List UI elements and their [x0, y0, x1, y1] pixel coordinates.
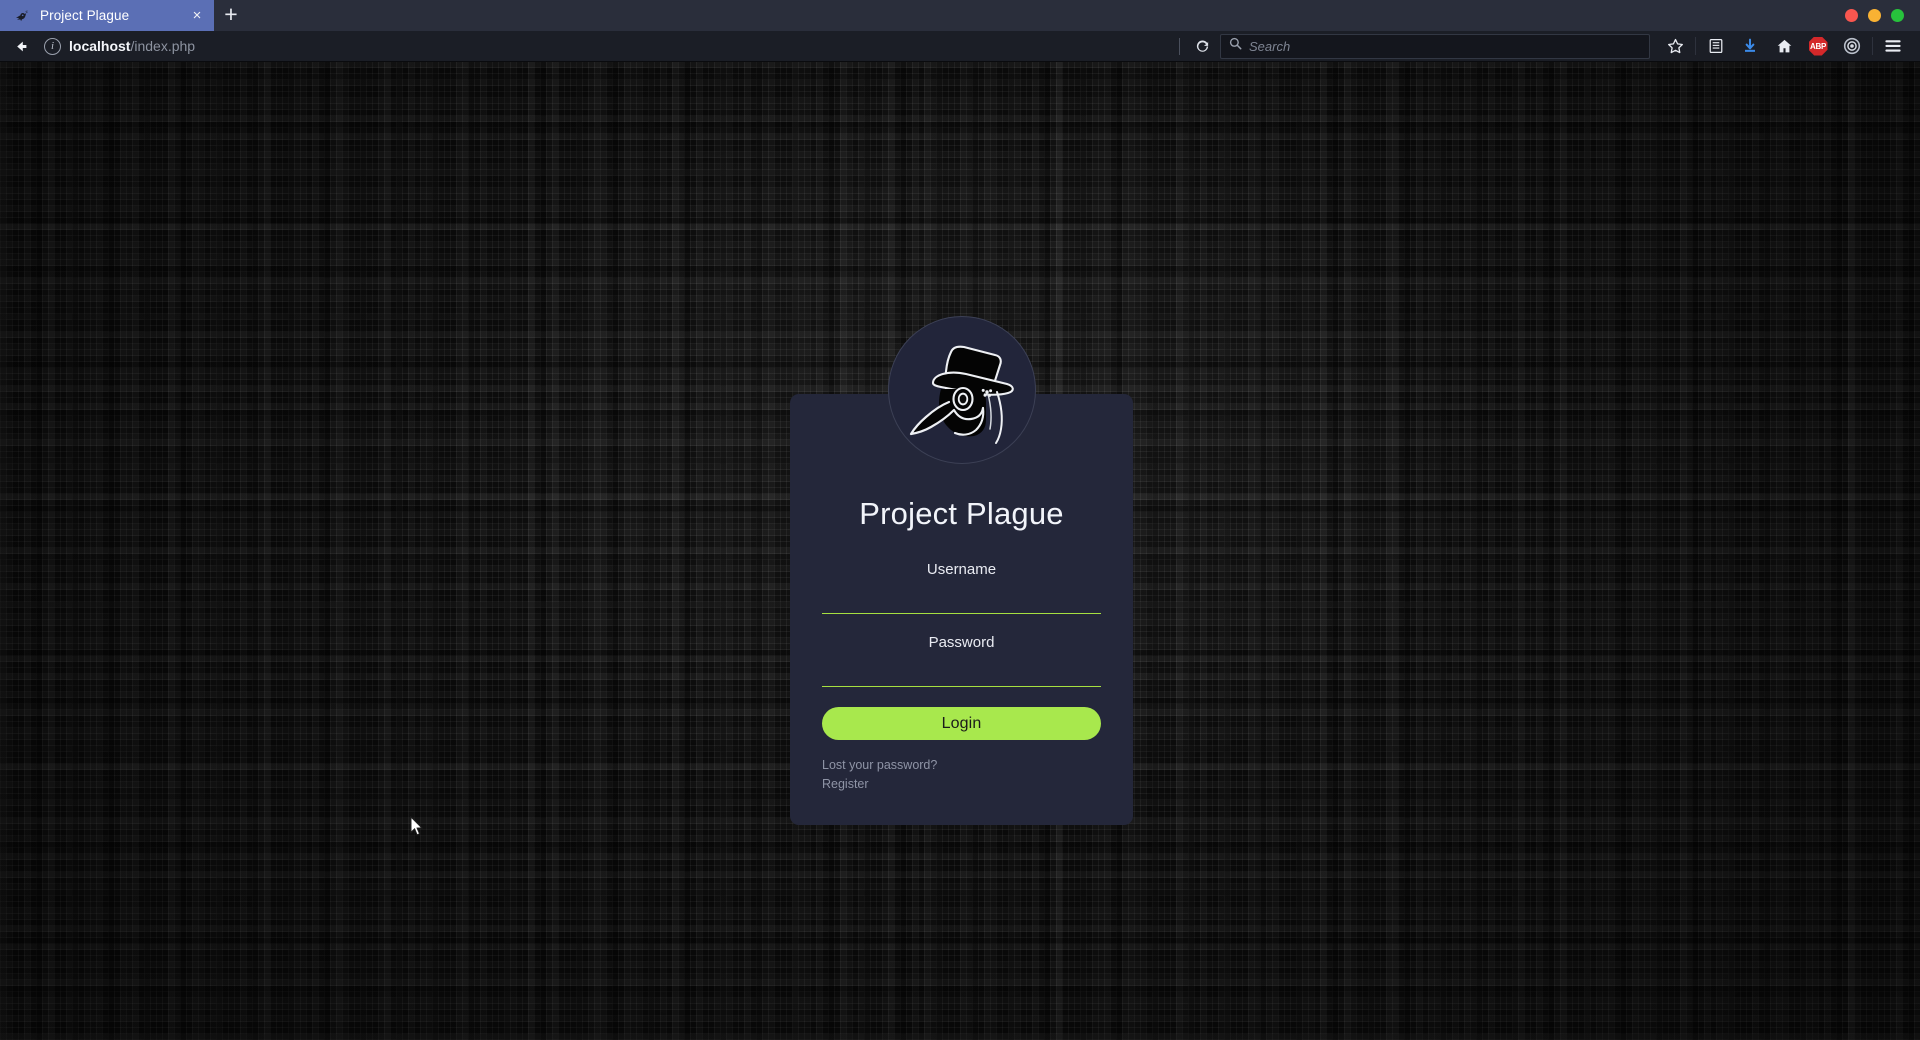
tab-strip: Project Plague × + — [0, 0, 1920, 31]
search-input[interactable]: Search — [1220, 33, 1650, 59]
menu-icon[interactable] — [1876, 33, 1910, 60]
url-bar[interactable]: i localhost/index.php — [36, 34, 1171, 59]
new-tab-button[interactable]: + — [214, 0, 248, 31]
browser-window: Project Plague × + i localhost/index.php — [0, 0, 1920, 1040]
library-icon[interactable] — [1699, 33, 1733, 60]
bookmark-star-icon[interactable] — [1658, 33, 1692, 60]
window-maximize-button[interactable] — [1891, 9, 1904, 22]
toolbar-icons: ABP — [1658, 33, 1910, 60]
username-input[interactable] — [822, 600, 1101, 614]
close-icon[interactable]: × — [188, 7, 206, 25]
password-input[interactable] — [822, 673, 1101, 687]
page-viewport: Project Plague Username Password Login L… — [0, 62, 1920, 1040]
navigation-toolbar: i localhost/index.php Search ABP — [0, 31, 1920, 62]
window-close-button[interactable] — [1845, 9, 1858, 22]
downloads-icon[interactable] — [1733, 33, 1767, 60]
tab-project-plague[interactable]: Project Plague × — [0, 0, 214, 31]
toolbar-divider — [1872, 37, 1873, 55]
login-button[interactable]: Login — [822, 707, 1101, 740]
plague-doctor-favicon — [14, 8, 30, 24]
password-field-group: Password — [822, 634, 1101, 687]
url-text: localhost/index.php — [69, 38, 195, 54]
lost-password-link[interactable]: Lost your password? — [822, 758, 937, 772]
url-host: localhost — [69, 38, 131, 54]
adblock-plus-icon[interactable]: ABP — [1801, 33, 1835, 60]
back-button[interactable] — [6, 33, 36, 59]
window-controls — [1845, 0, 1904, 31]
url-path: /index.php — [130, 38, 196, 54]
abp-badge: ABP — [1808, 36, 1828, 56]
window-minimize-button[interactable] — [1868, 9, 1881, 22]
password-label: Password — [928, 634, 995, 651]
plague-doctor-mask-logo — [887, 316, 1036, 464]
privacy-badger-icon[interactable] — [1835, 33, 1869, 60]
site-info-icon[interactable]: i — [44, 37, 61, 55]
register-link[interactable]: Register — [822, 777, 869, 791]
search-placeholder: Search — [1249, 38, 1291, 54]
home-icon[interactable] — [1767, 33, 1801, 60]
reload-icon[interactable] — [1188, 33, 1216, 59]
toolbar-divider — [1179, 37, 1180, 55]
toolbar-divider — [1695, 37, 1696, 55]
page-title: Project Plague — [859, 496, 1064, 531]
tab-title: Project Plague — [40, 8, 130, 23]
username-field-group: Username — [822, 561, 1101, 614]
username-label: Username — [926, 561, 997, 578]
search-icon — [1229, 37, 1242, 55]
auxiliary-links: Lost your password? Register — [822, 758, 1101, 791]
login-card-container: Project Plague Username Password Login L… — [790, 316, 1133, 825]
